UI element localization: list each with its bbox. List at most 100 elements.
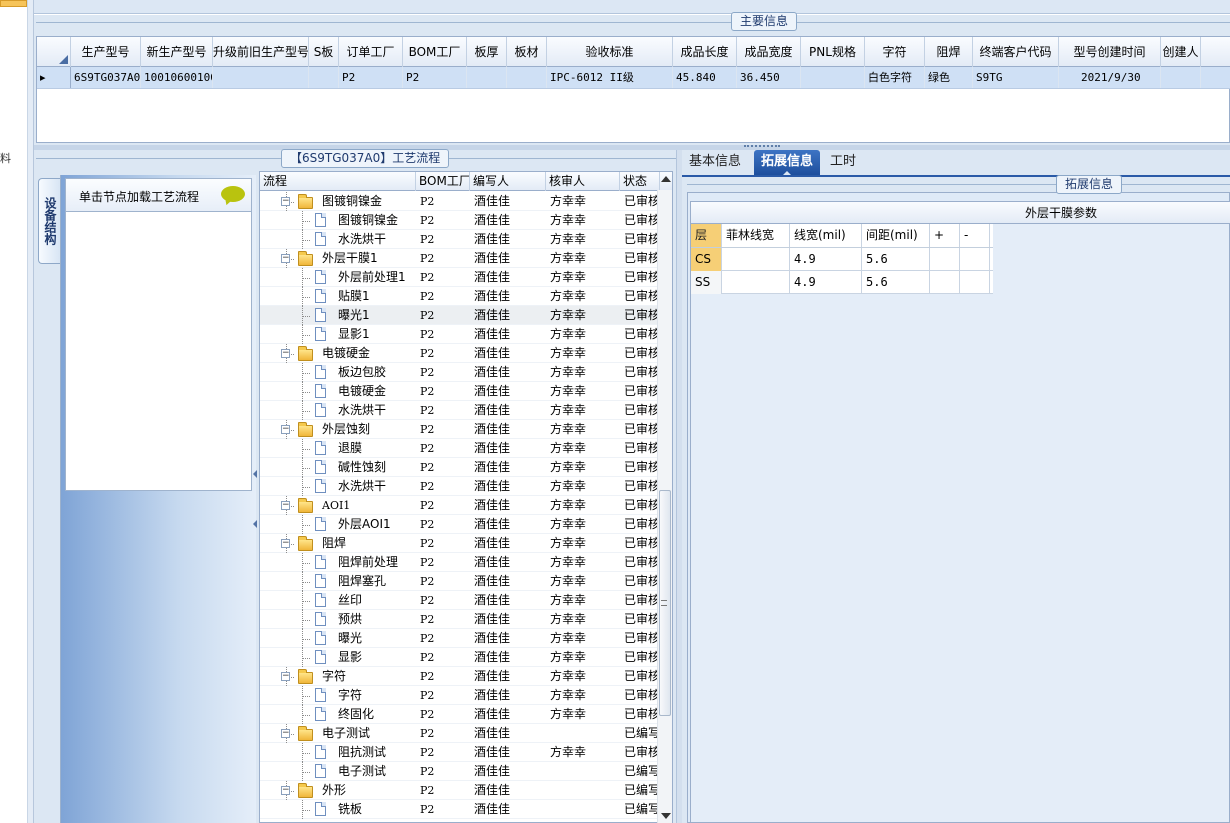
collapse-toggle-icon[interactable]: − xyxy=(281,425,290,434)
scroll-up-icon[interactable] xyxy=(661,176,671,182)
table-row[interactable]: − 外层蚀刻 P2 酒佳佳 方幸幸 已审核 xyxy=(260,420,660,439)
collapse-toggle-icon[interactable]: − xyxy=(281,786,290,795)
table-row[interactable]: 预烘 P2 酒佳佳 方幸幸 已审核 xyxy=(260,610,660,629)
table-row[interactable]: 水洗烘干 P2 酒佳佳 方幸幸 已审核 xyxy=(260,477,660,496)
table-cell[interactable]: SS xyxy=(691,271,722,294)
table-row[interactable]: 曝光 P2 酒佳佳 方幸幸 已审核 xyxy=(260,629,660,648)
table-row[interactable]: 终固化 P2 酒佳佳 方幸幸 已审核 xyxy=(260,705,660,724)
column-header[interactable]: 板材 xyxy=(507,37,547,67)
column-header[interactable]: 阻焊 xyxy=(925,37,973,67)
table-cell[interactable]: 5.6 xyxy=(862,271,930,294)
column-header[interactable]: 菲林线宽 xyxy=(722,224,790,247)
column-header[interactable]: 板厚 xyxy=(467,37,507,67)
table-row[interactable]: 丝印 P2 酒佳佳 方幸幸 已审核 xyxy=(260,591,660,610)
table-cell[interactable] xyxy=(930,248,960,271)
table-cell[interactable] xyxy=(930,271,960,294)
table-row[interactable]: 阻抗测试 P2 酒佳佳 方幸幸 已审核 xyxy=(260,743,660,762)
table-row[interactable]: 阻焊塞孔 P2 酒佳佳 方幸幸 已审核 xyxy=(260,572,660,591)
table-cell[interactable]: 4.9 xyxy=(790,248,862,271)
tab-basic-info[interactable]: 基本信息 xyxy=(682,150,748,175)
table-cell[interactable]: IPC-6012 II级 xyxy=(547,67,673,88)
table-cell[interactable] xyxy=(1161,67,1201,88)
table-cell[interactable]: 5.6 xyxy=(862,248,930,271)
collapse-toggle-icon[interactable]: − xyxy=(281,349,290,358)
tab-work-hours[interactable]: 工时 xyxy=(823,150,863,175)
column-header[interactable]: 验收标准 xyxy=(547,37,673,67)
collapse-toggle-icon[interactable]: − xyxy=(281,539,290,548)
splitter-grip-icon[interactable] xyxy=(744,145,780,149)
device-tree-box[interactable] xyxy=(65,178,252,491)
column-header[interactable]: 生产型号 xyxy=(71,37,141,67)
collapse-toggle-icon[interactable]: − xyxy=(281,729,290,738)
column-header[interactable]: 新生产型号 xyxy=(141,37,213,67)
table-cell[interactable]: CS xyxy=(691,248,722,271)
column-header[interactable]: 升级前旧生产型号 xyxy=(213,37,309,67)
table-cell[interactable] xyxy=(722,271,790,294)
table-cell[interactable]: 4.9 xyxy=(790,271,862,294)
table-cell[interactable]: 10010600100461 xyxy=(141,67,213,88)
main-info-row[interactable]: ▸ 6S9TG037A010010600100461 P2P2 IPC-6012 I… xyxy=(37,67,1230,89)
column-header[interactable]: PNL规格 xyxy=(801,37,865,67)
table-cell[interactable] xyxy=(722,248,790,271)
table-row[interactable]: − 图镀铜镍金 P2 酒佳佳 方幸幸 已审核 xyxy=(260,192,660,211)
remove-column-button[interactable]: - xyxy=(960,224,990,247)
table-cell[interactable] xyxy=(801,67,865,88)
table-cell[interactable]: 2021/9/30 xyxy=(1059,67,1161,88)
column-header[interactable]: 线宽(mil) xyxy=(790,224,862,247)
column-header[interactable]: BOM工厂 xyxy=(403,37,467,67)
table-row[interactable]: − 外形 P2 酒佳佳 已编写 xyxy=(260,781,660,800)
row-indicator-header[interactable] xyxy=(37,37,71,67)
table-row[interactable]: − 阻焊 P2 酒佳佳 方幸幸 已审核 xyxy=(260,534,660,553)
table-cell[interactable]: P2 xyxy=(339,67,403,88)
table-cell[interactable]: 36.450 xyxy=(737,67,801,88)
tab-device-structure[interactable]: 设备结构 xyxy=(38,178,60,264)
table-row[interactable]: SS 4.9 5.6 xyxy=(691,271,993,294)
table-cell[interactable]: 45.840 xyxy=(673,67,737,88)
table-row[interactable]: 曝光1 P2 酒佳佳 方幸幸 已审核 xyxy=(260,306,660,325)
table-cell[interactable] xyxy=(467,67,507,88)
table-row[interactable]: 水洗烘干 P2 酒佳佳 方幸幸 已审核 xyxy=(260,230,660,249)
column-header[interactable]: 编写人 xyxy=(470,172,546,191)
table-cell[interactable] xyxy=(960,248,990,271)
table-cell[interactable]: S9TG xyxy=(973,67,1059,88)
column-header[interactable]: 流程 xyxy=(260,172,416,191)
column-header[interactable]: S板 xyxy=(309,37,339,67)
table-row[interactable]: 电子测试 P2 酒佳佳 已编写 xyxy=(260,762,660,781)
table-row[interactable]: − 字符 P2 酒佳佳 方幸幸 已审核 xyxy=(260,667,660,686)
table-row[interactable]: − 外层干膜1 P2 酒佳佳 方幸幸 已审核 xyxy=(260,249,660,268)
tab-extended-info[interactable]: 拓展信息 xyxy=(754,150,821,176)
column-header[interactable]: 成品长度 xyxy=(673,37,737,67)
process-flow-scrollbar[interactable] xyxy=(657,176,672,823)
scroll-down-icon[interactable] xyxy=(661,813,671,819)
table-cell[interactable] xyxy=(213,67,309,88)
table-row[interactable]: 阻焊前处理 P2 酒佳佳 方幸幸 已审核 xyxy=(260,553,660,572)
column-header[interactable]: 间距(mil) xyxy=(862,224,930,247)
add-column-button[interactable]: + xyxy=(930,224,960,247)
table-row[interactable]: 铣板 P2 酒佳佳 已编写 xyxy=(260,800,660,819)
table-row[interactable]: 碱性蚀刻 P2 酒佳佳 方幸幸 已审核 xyxy=(260,458,660,477)
column-header[interactable]: 层 xyxy=(691,224,722,247)
table-row[interactable]: − 电镀硬金 P2 酒佳佳 方幸幸 已审核 xyxy=(260,344,660,363)
left-nav-selected-item[interactable] xyxy=(0,0,27,7)
table-row[interactable]: 水洗烘干 P2 酒佳佳 方幸幸 已审核 xyxy=(260,401,660,420)
table-cell[interactable]: 白色字符 xyxy=(865,67,925,88)
table-row[interactable]: CS 4.9 5.6 xyxy=(691,248,993,271)
table-row[interactable]: 退膜 P2 酒佳佳 方幸幸 已审核 xyxy=(260,439,660,458)
column-header[interactable]: 订单工厂 xyxy=(339,37,403,67)
column-header[interactable]: 型号创建时间 xyxy=(1059,37,1161,67)
table-row[interactable]: 板边包胶 P2 酒佳佳 方幸幸 已审核 xyxy=(260,363,660,382)
column-header[interactable]: 字符 xyxy=(865,37,925,67)
table-cell[interactable]: P2 xyxy=(403,67,467,88)
table-cell[interactable] xyxy=(309,67,339,88)
collapse-toggle-icon[interactable]: − xyxy=(281,197,290,206)
table-cell[interactable] xyxy=(507,67,547,88)
table-cell[interactable]: 绿色 xyxy=(925,67,973,88)
collapse-arrow-icon[interactable] xyxy=(253,520,257,528)
collapse-arrow-icon[interactable] xyxy=(253,470,257,478)
column-header[interactable]: 创建人 xyxy=(1161,37,1201,67)
table-row[interactable]: 贴膜1 P2 酒佳佳 方幸幸 已审核 xyxy=(260,287,660,306)
column-header[interactable]: BOM工厂 xyxy=(416,172,470,191)
table-row[interactable]: 显影1 P2 酒佳佳 方幸幸 已审核 xyxy=(260,325,660,344)
collapse-toggle-icon[interactable]: − xyxy=(281,501,290,510)
table-row[interactable]: − AOI1 P2 酒佳佳 方幸幸 已审核 xyxy=(260,496,660,515)
